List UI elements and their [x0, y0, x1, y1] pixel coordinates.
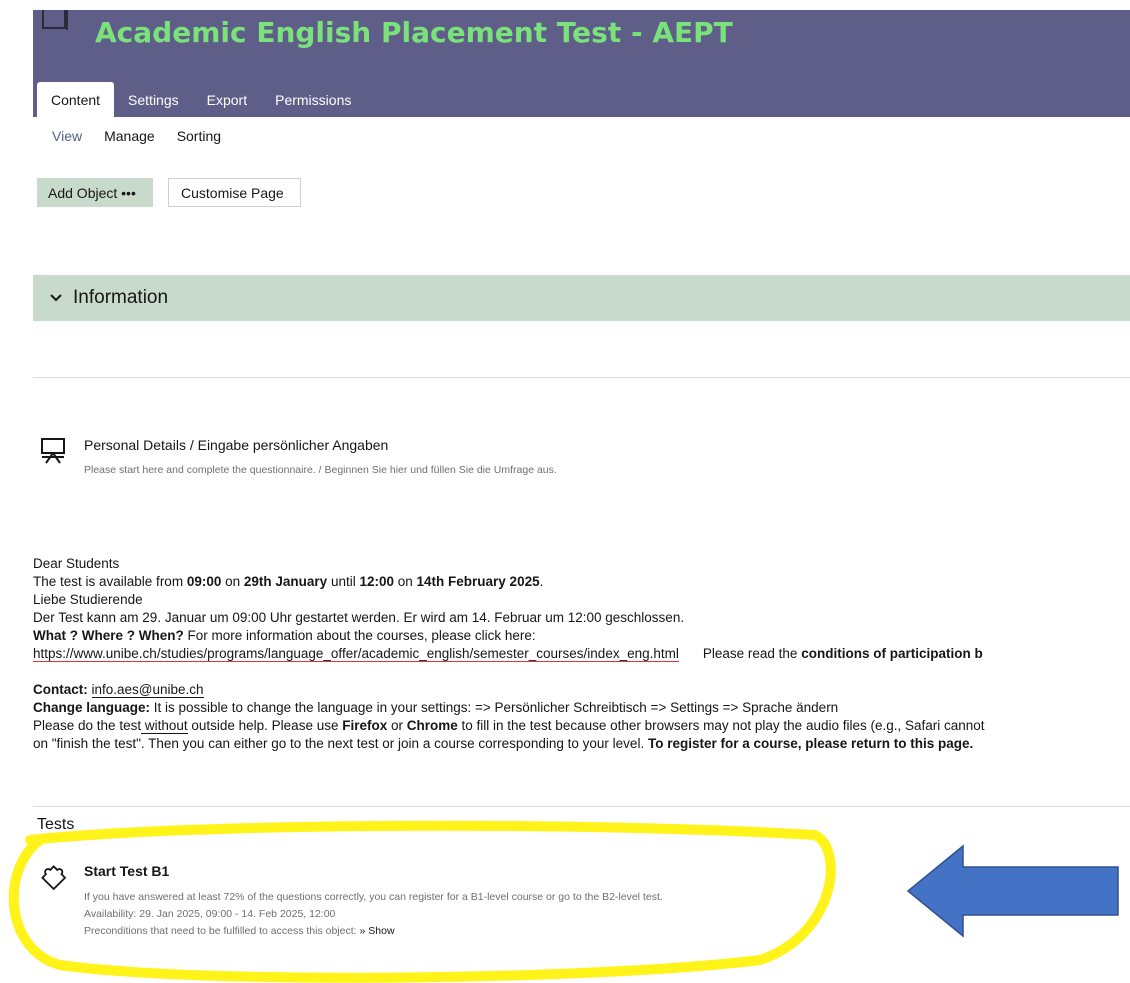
subtab-view[interactable]: View [52, 128, 82, 144]
tab-export[interactable]: Export [193, 82, 261, 117]
sub-tabs: View Manage Sorting [52, 128, 221, 144]
subtab-manage[interactable]: Manage [104, 128, 155, 144]
main-tabs: Content Settings Export Permissions [37, 82, 365, 117]
language-line: Change language: It is possible to chang… [33, 700, 839, 715]
tab-settings[interactable]: Settings [114, 82, 193, 117]
chevron-down-icon [50, 294, 62, 302]
contact-line: Contact: info.aes@unibe.ch [33, 682, 204, 698]
courses-info: What ? Where ? When? For more informatio… [33, 628, 536, 643]
information-label: Information [73, 287, 169, 308]
notice-text: Dear Students The test is available from… [33, 555, 1130, 753]
customise-page-button[interactable]: Customise Page [168, 178, 301, 207]
availability-en: The test is available from 09:00 on 29th… [33, 574, 544, 589]
information-block-header[interactable]: Information [33, 275, 1130, 321]
subtab-sorting[interactable]: Sorting [177, 128, 221, 144]
add-object-button[interactable]: Add Object ••• [37, 178, 153, 207]
greeting-en: Dear Students [33, 556, 120, 571]
tests-heading: Tests [37, 816, 75, 833]
presentation-board-icon [41, 438, 65, 464]
contact-email-link[interactable]: info.aes@unibe.ch [91, 682, 204, 698]
start-test-b1-link[interactable]: Start Test B1 [84, 863, 169, 879]
tab-permissions[interactable]: Permissions [261, 82, 365, 117]
courses-line: https://www.unibe.ch/studies/programs/la… [33, 646, 983, 662]
test-description: If you have answered at least 72% of the… [84, 891, 663, 903]
courses-link[interactable]: https://www.unibe.ch/studies/programs/la… [33, 646, 679, 662]
puzzle-piece-icon [41, 865, 67, 891]
help-line: Please do the test without outside help.… [33, 718, 985, 734]
divider [33, 806, 1130, 807]
availability-de: Der Test kann am 29. Januar um 09:00 Uhr… [33, 610, 685, 625]
page-header: Academic English Placement Test - AEPT C… [33, 10, 1130, 117]
finish-line: on "finish the test". Then you can eithe… [33, 736, 974, 751]
test-availability: Availability: 29. Jan 2025, 09:00 - 14. … [84, 908, 336, 920]
without-link[interactable]: without [141, 718, 188, 734]
folder-icon [42, 10, 68, 30]
show-preconditions-link[interactable]: » Show [360, 925, 395, 937]
survey-link[interactable]: Personal Details / Eingabe persönlicher … [84, 437, 388, 453]
greeting-de: Liebe Studierende [33, 592, 143, 607]
annotation-overlay [8, 820, 1119, 983]
arrow-icon [906, 844, 1119, 938]
survey-description: Please start here and complete the quest… [84, 464, 557, 476]
test-preconditions: Preconditions that need to be fulfilled … [84, 925, 395, 937]
page-title: Academic English Placement Test - AEPT [95, 16, 733, 49]
divider [33, 377, 1130, 378]
tab-content[interactable]: Content [37, 82, 115, 117]
